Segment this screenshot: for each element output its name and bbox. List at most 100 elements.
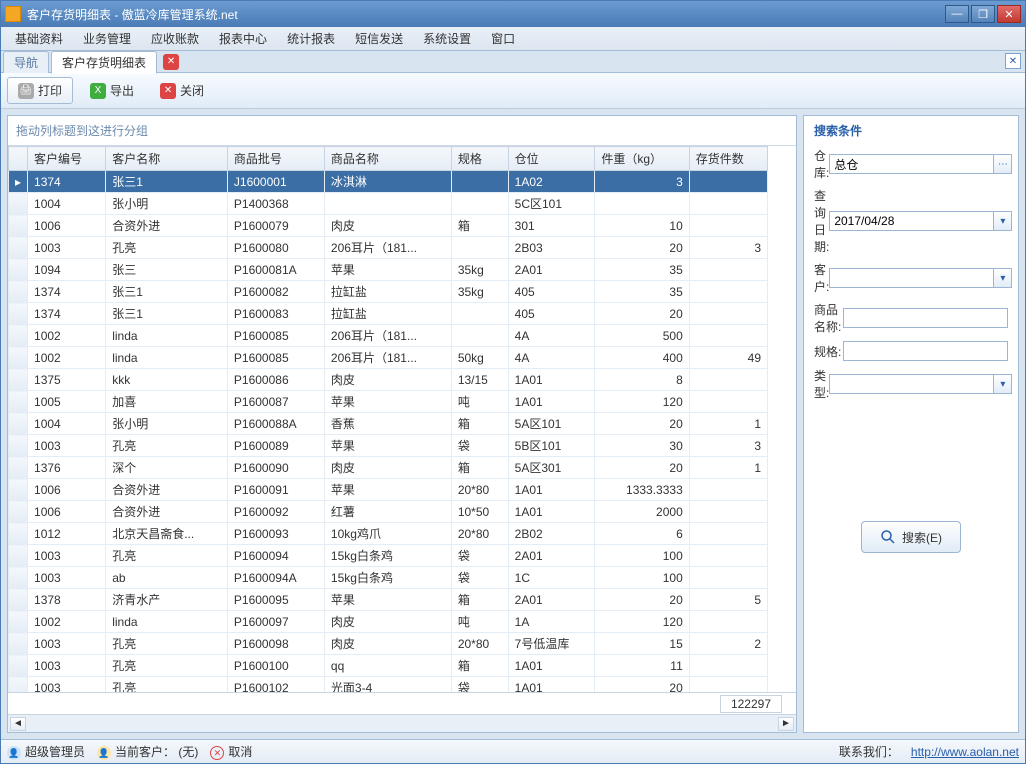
cell[interactable]: [451, 193, 508, 215]
cell[interactable]: 2A01: [508, 589, 595, 611]
cell[interactable]: 2A01: [508, 259, 595, 281]
cell[interactable]: 箱: [451, 457, 508, 479]
cell[interactable]: 肉皮: [324, 633, 451, 655]
cell[interactable]: 6: [595, 523, 689, 545]
cell[interactable]: 合资外进: [106, 501, 228, 523]
cell[interactable]: P1600100: [227, 655, 324, 677]
cell[interactable]: [689, 303, 767, 325]
table-row[interactable]: 1004张小明P1600088A香蕉箱5A区101201: [9, 413, 768, 435]
cell[interactable]: 深个: [106, 457, 228, 479]
cell[interactable]: [689, 501, 767, 523]
cell[interactable]: 1376: [28, 457, 106, 479]
cell[interactable]: 2: [689, 633, 767, 655]
cell[interactable]: 1004: [28, 193, 106, 215]
cell[interactable]: 苹果: [324, 435, 451, 457]
cell[interactable]: 20*80: [451, 523, 508, 545]
cell[interactable]: 301: [508, 215, 595, 237]
type-dropdown-icon[interactable]: ▾: [994, 374, 1012, 394]
cell[interactable]: 1005: [28, 391, 106, 413]
tabstrip-close-all[interactable]: ✕: [1005, 53, 1021, 69]
cell[interactable]: 1A01: [508, 655, 595, 677]
table-row[interactable]: 1002lindaP1600097肉皮吨1A120: [9, 611, 768, 633]
cell[interactable]: 合资外进: [106, 215, 228, 237]
cell[interactable]: kkk: [106, 369, 228, 391]
cancel-link[interactable]: ✕取消: [210, 743, 252, 761]
spec-input[interactable]: [843, 341, 1008, 361]
type-input[interactable]: [829, 374, 994, 394]
cell[interactable]: 35kg: [451, 259, 508, 281]
cell[interactable]: 合资外进: [106, 479, 228, 501]
table-row[interactable]: 1002lindaP1600085206耳片（181...50kg4A40049: [9, 347, 768, 369]
cell[interactable]: 1A01: [508, 677, 595, 693]
cell[interactable]: P1600081A: [227, 259, 324, 281]
cell[interactable]: 肉皮: [324, 215, 451, 237]
col-location[interactable]: 仓位: [508, 147, 595, 171]
customer-input[interactable]: [829, 268, 994, 288]
cell[interactable]: 35: [595, 281, 689, 303]
cell[interactable]: 光面3-4: [324, 677, 451, 693]
cell[interactable]: J1600001: [227, 171, 324, 193]
window-close-button[interactable]: ✕: [997, 5, 1021, 23]
cell[interactable]: qq: [324, 655, 451, 677]
cell[interactable]: 5C区101: [508, 193, 595, 215]
cell[interactable]: P1600088A: [227, 413, 324, 435]
cell[interactable]: 吨: [451, 391, 508, 413]
cell[interactable]: linda: [106, 325, 228, 347]
table-row[interactable]: 1006合资外进P1600092红薯10*501A012000: [9, 501, 768, 523]
cell[interactable]: [451, 303, 508, 325]
customer-dropdown-icon[interactable]: ▾: [994, 268, 1012, 288]
cell[interactable]: 5A区301: [508, 457, 595, 479]
cell[interactable]: 1: [689, 413, 767, 435]
cell[interactable]: 袋: [451, 435, 508, 457]
cell[interactable]: 吨: [451, 611, 508, 633]
cell[interactable]: [689, 523, 767, 545]
cell[interactable]: [689, 281, 767, 303]
cell[interactable]: 孔亮: [106, 237, 228, 259]
cell[interactable]: 120: [595, 611, 689, 633]
cell[interactable]: 15kg白条鸡: [324, 545, 451, 567]
cell[interactable]: 苹果: [324, 479, 451, 501]
table-row[interactable]: 1374张三1P1600082拉缸盐35kg40535: [9, 281, 768, 303]
cell[interactable]: 1003: [28, 435, 106, 457]
cell[interactable]: 1002: [28, 347, 106, 369]
col-product-name[interactable]: 商品名称: [324, 147, 451, 171]
cell[interactable]: 20: [595, 457, 689, 479]
cell[interactable]: 苹果: [324, 259, 451, 281]
cell[interactable]: 1A: [508, 611, 595, 633]
cell[interactable]: [689, 325, 767, 347]
cell[interactable]: 1375: [28, 369, 106, 391]
cell[interactable]: 206耳片（181...: [324, 325, 451, 347]
cell[interactable]: [451, 237, 508, 259]
cell[interactable]: 1A01: [508, 369, 595, 391]
contact-link[interactable]: http://www.aolan.net: [911, 745, 1019, 759]
cell[interactable]: 1094: [28, 259, 106, 281]
cell[interactable]: P1600097: [227, 611, 324, 633]
cell[interactable]: 1003: [28, 655, 106, 677]
cell[interactable]: 1374: [28, 281, 106, 303]
cell[interactable]: 孔亮: [106, 633, 228, 655]
cell[interactable]: P1600087: [227, 391, 324, 413]
table-row[interactable]: 1004张小明P14003685C区101: [9, 193, 768, 215]
cell[interactable]: 箱: [451, 413, 508, 435]
cell[interactable]: 孔亮: [106, 545, 228, 567]
cell[interactable]: 1378: [28, 589, 106, 611]
col-weight[interactable]: 件重（kg）: [595, 147, 689, 171]
cell[interactable]: linda: [106, 347, 228, 369]
menu-business[interactable]: 业务管理: [73, 27, 141, 50]
col-customer-name[interactable]: 客户名称: [106, 147, 228, 171]
col-spec[interactable]: 规格: [451, 147, 508, 171]
cell[interactable]: 10*50: [451, 501, 508, 523]
cell[interactable]: 1003: [28, 545, 106, 567]
cell[interactable]: 1374: [28, 171, 106, 193]
cell[interactable]: 袋: [451, 545, 508, 567]
cell[interactable]: 15kg白条鸡: [324, 567, 451, 589]
cell[interactable]: 1A02: [508, 171, 595, 193]
cell[interactable]: 100: [595, 567, 689, 589]
cell[interactable]: P1600095: [227, 589, 324, 611]
table-row[interactable]: 1378济青水产P1600095苹果箱2A01205: [9, 589, 768, 611]
cell[interactable]: 15: [595, 633, 689, 655]
table-row[interactable]: 1374张三1P1600083拉缸盐40520: [9, 303, 768, 325]
cell[interactable]: 206耳片（181...: [324, 237, 451, 259]
table-row[interactable]: 1012北京天昌斋食...P160009310kg鸡爪20*802B026: [9, 523, 768, 545]
cell[interactable]: 20: [595, 413, 689, 435]
